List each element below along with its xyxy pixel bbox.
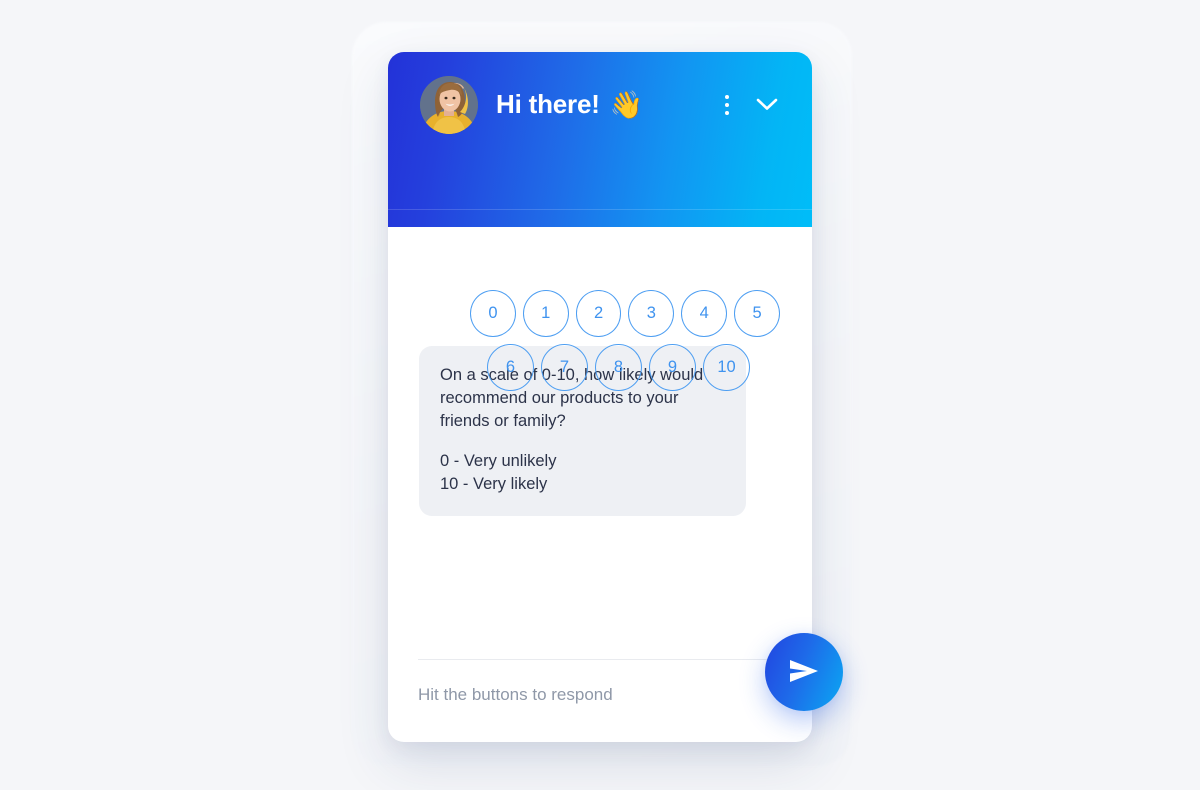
rating-button-0[interactable]: 0 bbox=[470, 290, 516, 337]
widget-header: Hi there! 👋 We typically reply in few mi… bbox=[388, 52, 812, 282]
rating-button-4[interactable]: 4 bbox=[681, 290, 728, 337]
message-input[interactable] bbox=[418, 685, 748, 705]
survey-scale-legend: 0 - Very unlikely 10 - Very likely bbox=[440, 452, 557, 494]
reply-time-label: We typically reply in few minutes. bbox=[420, 228, 667, 246]
rating-button-8[interactable]: 8 bbox=[595, 344, 642, 391]
powered-by-branding: POWERED BY TIDIO bbox=[564, 740, 782, 742]
rating-row-bottom: 6 7 8 9 10 bbox=[420, 344, 780, 391]
rating-button-6[interactable]: 6 bbox=[487, 344, 534, 391]
rating-button-2[interactable]: 2 bbox=[575, 290, 622, 337]
rating-button-7[interactable]: 7 bbox=[541, 344, 588, 391]
chat-widget: Hi there! 👋 We typically reply in few mi… bbox=[388, 52, 812, 742]
header-top-row: Hi there! 👋 bbox=[388, 52, 812, 157]
header-title-wrap: Hi there! 👋 bbox=[496, 89, 716, 120]
composer-toolbar: POWERED BY TIDIO bbox=[388, 730, 812, 742]
tidio-droplet-logo bbox=[651, 740, 672, 742]
composer-divider bbox=[418, 659, 782, 660]
rating-button-3[interactable]: 3 bbox=[628, 290, 675, 337]
more-vertical-icon[interactable] bbox=[716, 90, 738, 120]
paperclip-icon[interactable] bbox=[418, 739, 444, 742]
rating-button-9[interactable]: 9 bbox=[649, 344, 696, 391]
page-title: Hi there! bbox=[496, 89, 600, 119]
send-button[interactable] bbox=[765, 633, 843, 711]
rating-row-top: 0 1 2 3 4 5 bbox=[420, 290, 780, 337]
header-divider bbox=[388, 209, 812, 210]
rating-buttons: 0 1 2 3 4 5 6 7 8 9 10 bbox=[388, 290, 812, 398]
avatar bbox=[420, 75, 478, 134]
send-paper-plane-icon bbox=[788, 657, 820, 688]
rating-button-10[interactable]: 10 bbox=[703, 344, 750, 391]
rating-button-1[interactable]: 1 bbox=[522, 290, 569, 337]
smiley-icon[interactable] bbox=[465, 739, 491, 742]
rating-button-5[interactable]: 5 bbox=[734, 290, 780, 337]
waving-hand-icon: 👋 bbox=[609, 90, 644, 120]
chevron-down-icon[interactable] bbox=[750, 90, 784, 120]
